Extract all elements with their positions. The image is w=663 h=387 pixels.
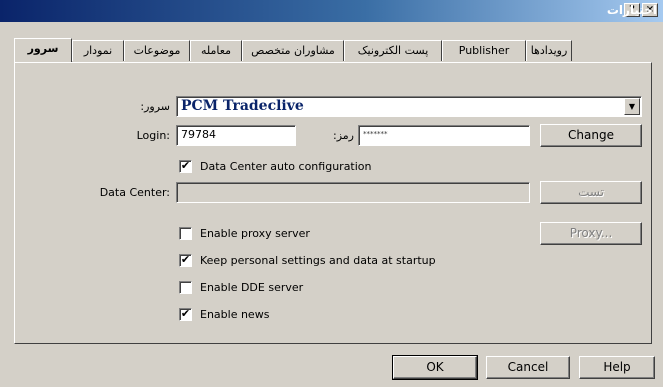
tab-experts[interactable]: مشاوران متخصص [242,40,344,61]
cancel-button[interactable]: Cancel [486,356,570,379]
keep-settings-label: Keep personal settings and data at start… [200,253,436,267]
help-button[interactable]: Help [579,356,655,379]
test-button[interactable]: تست [540,181,642,204]
ok-button[interactable]: OK [392,355,478,380]
dde-checkbox-row[interactable]: Enable DDE server [179,279,303,295]
server-combobox[interactable]: PCM Tradeclive ▼ [176,96,642,117]
login-label: Login: [136,129,170,142]
window-title: اختیارات [606,3,657,17]
tab-server[interactable]: سرور [14,38,72,62]
dde-checkbox[interactable] [179,280,192,294]
proxy-button[interactable]: Proxy... [540,222,642,245]
dc-auto-checkbox-row[interactable]: ✔ Data Center auto configuration [179,158,372,174]
tab-strip: رویدادها Publisher پست الکترونیک مشاوران… [14,38,574,62]
dde-label: Enable DDE server [200,280,304,294]
tab-events[interactable]: رویدادها [526,40,572,61]
keep-settings-checkbox[interactable]: ✔ [179,253,192,267]
proxy-checkbox[interactable] [179,226,192,240]
tab-objects[interactable]: موضوعات [124,40,190,61]
news-checkbox-row[interactable]: ✔ Enable news [179,306,269,322]
server-label: :سرور [140,100,170,113]
login-field[interactable]: 79784 [176,125,296,146]
password-field[interactable]: ******* [358,125,530,146]
dc-auto-label: Data Center auto configuration [200,159,372,173]
change-button[interactable]: Change [540,124,642,147]
news-label: Enable news [200,307,270,321]
tab-chart[interactable]: نمودار [72,40,124,61]
password-label: :رمز [333,129,354,142]
server-value: PCM Tradeclive [181,98,304,114]
datacenter-label: Data Center: [99,186,170,199]
proxy-checkbox-row[interactable]: Enable proxy server [179,225,310,241]
tab-publisher[interactable]: Publisher [442,40,526,61]
news-checkbox[interactable]: ✔ [179,307,192,321]
tab-email[interactable]: پست الکترونیک [344,40,442,61]
chevron-down-icon[interactable]: ▼ [624,98,640,115]
proxy-label: Enable proxy server [200,226,310,240]
tab-trade[interactable]: معامله [190,40,242,61]
keep-settings-checkbox-row[interactable]: ✔ Keep personal settings and data at sta… [179,252,436,268]
datacenter-field[interactable] [176,182,530,203]
dc-auto-checkbox[interactable]: ✔ [179,159,192,173]
title-bar: ? × اختیارات [0,0,663,22]
